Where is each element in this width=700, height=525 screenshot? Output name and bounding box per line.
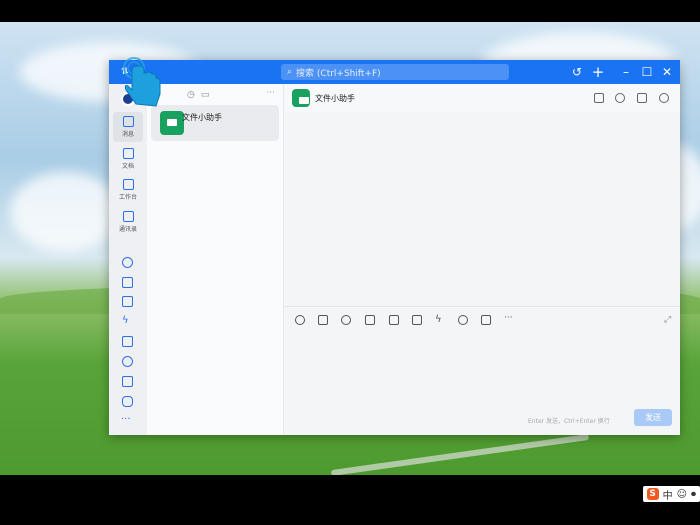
microphone-icon[interactable]: ⏺ xyxy=(691,489,696,500)
meeting-icon[interactable] xyxy=(122,396,133,407)
folder-icon xyxy=(160,111,184,135)
expand-icon[interactable]: ⤢ xyxy=(664,315,671,325)
nav-more-icon[interactable]: ··· xyxy=(121,414,131,425)
send-hint: Enter 发送，Ctrl+Enter 换行 xyxy=(528,418,610,425)
chat-list-toolbar: ◷ ▭ xyxy=(187,90,209,100)
add-icon[interactable]: + xyxy=(591,65,605,80)
nav-label-workbench: 工作台 xyxy=(118,194,137,201)
lightning-icon[interactable]: ϟ xyxy=(122,316,133,327)
taskbar xyxy=(0,475,700,525)
calendar-icon[interactable] xyxy=(389,315,399,325)
app-window: ⇅ ⌕ 搜索 (Ctrl+Shift+F) ↺ + – ☐ ✕ 消息 文档 工作… xyxy=(109,60,680,435)
apps-grid-icon xyxy=(122,179,134,190)
chat-list-more-icon[interactable]: ··· xyxy=(266,88,275,98)
nav-label-docs: 文档 xyxy=(121,163,134,170)
nav-sidebar: 消息 文档 工作台 通讯录 ϟ ··· xyxy=(109,84,147,435)
search-input[interactable]: ⌕ 搜索 (Ctrl+Shift+F) xyxy=(281,64,509,80)
contacts-icon xyxy=(122,211,134,222)
form-icon[interactable] xyxy=(122,376,133,387)
add-member-icon[interactable] xyxy=(615,93,625,103)
recent-icon[interactable]: ◷ xyxy=(187,90,195,100)
emoji-icon[interactable] xyxy=(295,315,305,325)
scissors-icon[interactable] xyxy=(341,315,351,325)
folder-icon xyxy=(292,89,310,107)
mail-icon[interactable] xyxy=(481,315,491,325)
conversation-header: 文件小助手 xyxy=(284,84,680,112)
nav-label-contacts: 通讯录 xyxy=(118,226,137,233)
task-check-icon[interactable] xyxy=(412,315,422,325)
conversation-panel: 文件小助手 ϟ ··· ⤢ Enter 发送，Ctrl+Enter 换行 发送 xyxy=(284,84,680,435)
message-composer[interactable]: ϟ ··· ⤢ Enter 发送，Ctrl+Enter 换行 发送 xyxy=(284,306,680,435)
sogou-icon: S xyxy=(646,488,659,500)
close-icon[interactable]: ✕ xyxy=(660,65,674,79)
title-bar: ⇅ ⌕ 搜索 (Ctrl+Shift+F) ↺ + – ☐ ✕ xyxy=(109,60,680,84)
minimize-icon[interactable]: – xyxy=(619,65,633,79)
phone-icon[interactable] xyxy=(122,356,133,367)
todo-check-icon[interactable] xyxy=(122,296,133,307)
chat-item-file-assistant[interactable]: 文件小助手 xyxy=(151,105,279,141)
nav-item-workbench[interactable]: 工作台 xyxy=(113,175,143,205)
search-icon: ⌕ xyxy=(287,67,293,77)
ime-toolbar[interactable]: S 中 ☺ ⏺ xyxy=(642,486,700,502)
send-button[interactable]: 发送 xyxy=(634,409,672,426)
nav-label-messages: 消息 xyxy=(121,131,134,138)
calendar-icon[interactable] xyxy=(122,277,133,288)
chat-list-panel: ◷ ▭ ··· 文件小助手 xyxy=(147,84,284,435)
nav-item-docs[interactable]: 文档 xyxy=(113,144,143,174)
mail-icon[interactable] xyxy=(122,336,133,347)
history-icon[interactable]: ↺ xyxy=(570,65,584,79)
settings-icon[interactable] xyxy=(659,93,669,103)
document-icon xyxy=(122,148,134,159)
lightning-icon[interactable]: ϟ xyxy=(435,315,445,325)
maximize-icon[interactable]: ☐ xyxy=(640,65,654,79)
conversation-title: 文件小助手 xyxy=(315,94,355,103)
emoji-icon[interactable]: ☺ xyxy=(677,489,687,500)
phone-icon[interactable] xyxy=(458,315,468,325)
pointer-hand-icon xyxy=(123,57,161,107)
search-history-icon[interactable] xyxy=(637,93,647,103)
nav-item-contacts[interactable]: 通讯录 xyxy=(113,207,143,237)
ime-language[interactable]: 中 xyxy=(663,487,673,502)
archive-icon[interactable]: ▭ xyxy=(201,90,210,100)
cloud-drive-icon[interactable] xyxy=(122,257,133,268)
chat-item-name: 文件小助手 xyxy=(182,113,222,122)
search-placeholder: 搜索 (Ctrl+Shift+F) xyxy=(296,68,381,79)
folder-add-icon[interactable] xyxy=(365,315,375,325)
more-tools-icon[interactable]: ··· xyxy=(504,313,513,323)
nav-item-messages[interactable]: 消息 xyxy=(113,112,143,142)
message-icon xyxy=(122,116,134,127)
folder-open-icon[interactable] xyxy=(594,93,604,103)
thumbs-up-icon[interactable] xyxy=(318,315,328,325)
